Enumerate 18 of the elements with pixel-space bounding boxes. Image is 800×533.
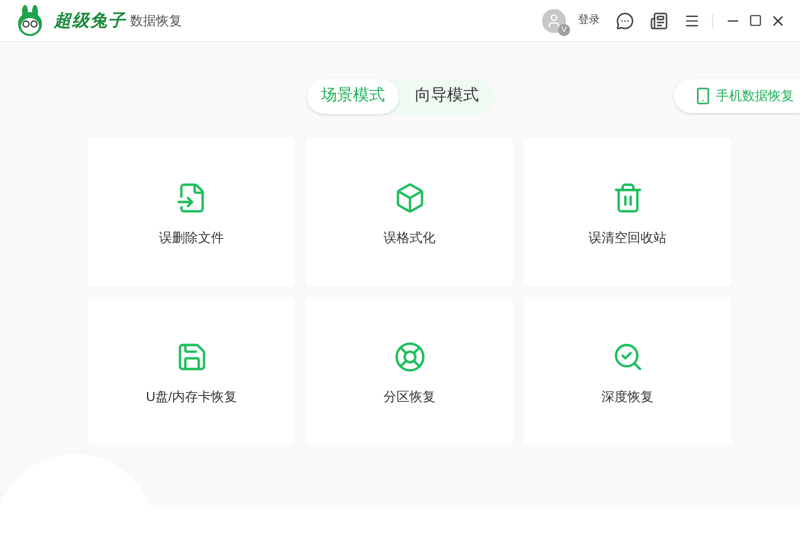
scenario-card[interactable]: 深度恢复 (524, 297, 731, 445)
brand-name: 超级兔子 (54, 10, 126, 32)
login-link[interactable]: 登录 (578, 12, 600, 29)
mode-tab[interactable]: 向导模式 (399, 78, 495, 114)
user-icon (546, 12, 562, 28)
scenario-card[interactable]: 误删除文件 (88, 138, 295, 286)
maximize-icon[interactable] (749, 14, 762, 27)
scenario-card[interactable]: U盘/内存卡恢复 (88, 297, 295, 445)
news-icon[interactable] (650, 12, 668, 30)
product-name: 数据恢复 (130, 12, 182, 30)
lifebuoy-icon (394, 341, 426, 374)
menu-icon[interactable] (684, 12, 700, 28)
scenario-card[interactable]: 分区恢复 (306, 297, 513, 445)
chat-icon[interactable] (616, 12, 634, 30)
vip-badge: V (558, 24, 570, 36)
scenario-card[interactable]: 误清空回收站 (524, 138, 731, 286)
scenario-card[interactable]: 误格式化 (306, 138, 513, 286)
phone-icon (694, 87, 712, 105)
